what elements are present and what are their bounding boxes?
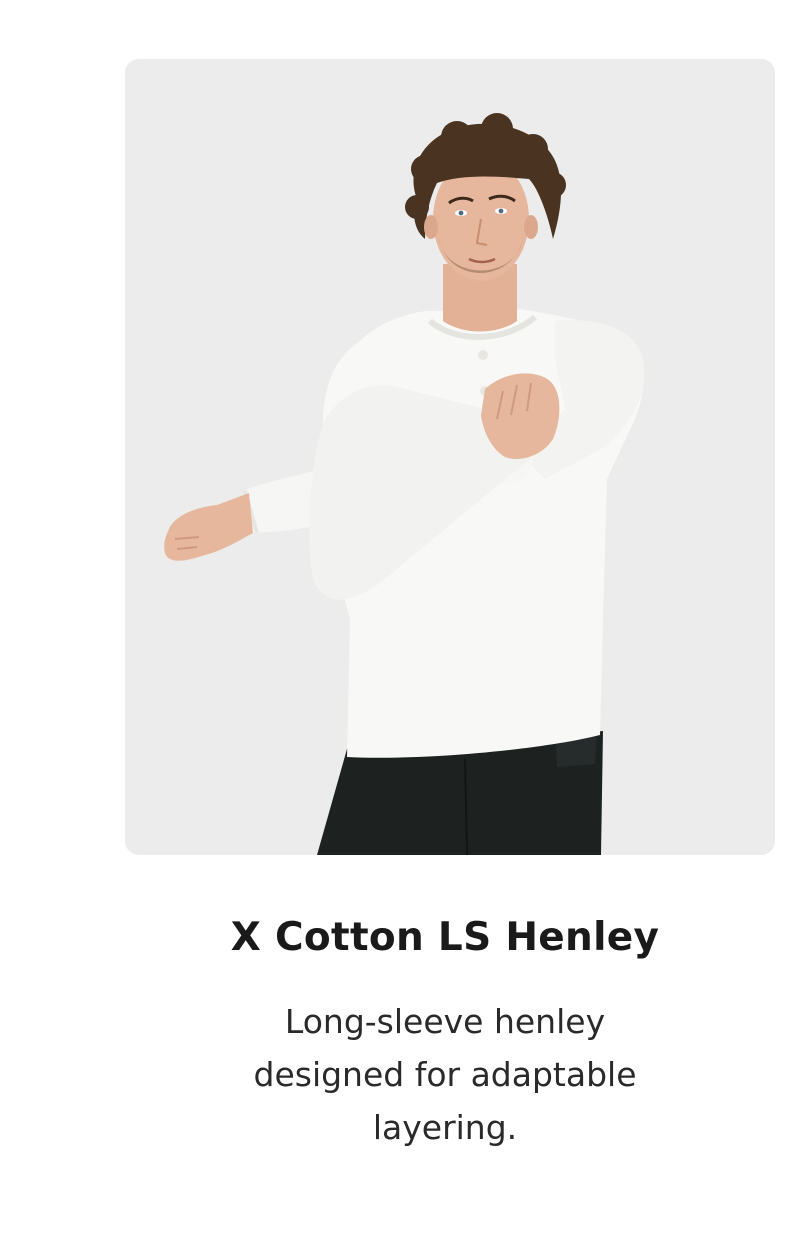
product-image[interactable]	[125, 59, 775, 855]
product-title[interactable]: X Cotton LS Henley	[125, 915, 765, 960]
product-description: Long-sleeve henley designed for adaptabl…	[253, 1002, 637, 1147]
product-card[interactable]: X Cotton LS Henley Long-sleeve henley de…	[0, 0, 800, 1233]
model-photo	[125, 59, 775, 855]
